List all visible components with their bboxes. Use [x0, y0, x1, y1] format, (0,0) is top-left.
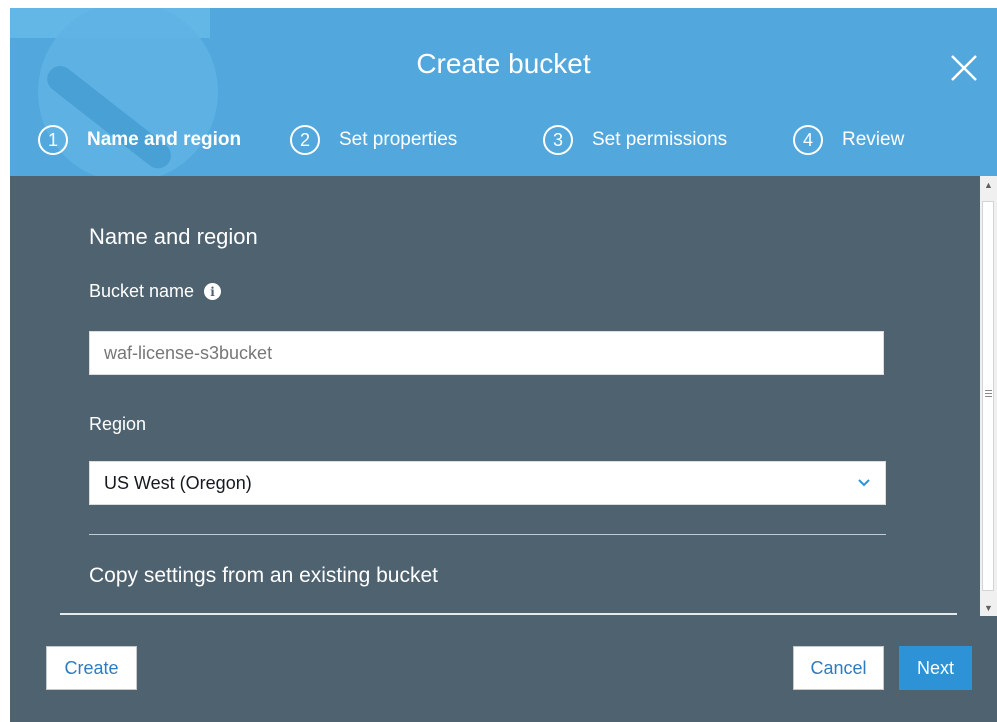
dialog-header: Create bucket 1 Name and region 2 Set pr…: [10, 8, 997, 176]
copy-settings-expander[interactable]: Copy settings from an existing bucket: [89, 564, 438, 588]
step-label: Set permissions: [592, 129, 728, 150]
step-name-and-region[interactable]: 1 Name and region: [38, 122, 241, 158]
step-label: Set properties: [339, 129, 458, 150]
footer-divider: [60, 613, 957, 615]
create-bucket-dialog: Create bucket 1 Name and region 2 Set pr…: [10, 8, 997, 722]
scroll-down-arrow-icon[interactable]: ▼: [980, 599, 997, 616]
dialog-content: Name and region Bucket name i Region US …: [10, 176, 980, 616]
section-title: Name and region: [89, 224, 258, 249]
step-number: 4: [793, 125, 823, 155]
step-label: Review: [842, 129, 905, 150]
region-select[interactable]: US West (Oregon): [89, 461, 886, 505]
next-button[interactable]: Next: [899, 646, 972, 690]
bucket-name-label: Bucket name i: [89, 281, 222, 302]
step-set-properties[interactable]: 2 Set properties: [290, 122, 457, 158]
step-number: 2: [290, 125, 320, 155]
dialog-title: Create bucket: [416, 48, 591, 79]
scrollbar-grip: [985, 390, 992, 399]
step-number: 1: [38, 125, 68, 155]
step-review[interactable]: 4 Review: [793, 122, 904, 158]
section-divider: [89, 534, 886, 535]
close-button[interactable]: [948, 52, 980, 84]
vertical-scrollbar[interactable]: ▲ ▼: [980, 176, 997, 616]
bucket-name-label-text: Bucket name: [89, 281, 195, 301]
close-icon: [951, 55, 977, 81]
scrollbar-thumb[interactable]: [982, 201, 994, 591]
region-label: Region: [89, 414, 147, 434]
step-number: 3: [543, 125, 573, 155]
chevron-down-icon: [858, 479, 870, 487]
scroll-up-arrow-icon[interactable]: ▲: [980, 176, 997, 193]
info-icon[interactable]: i: [204, 283, 222, 300]
create-button[interactable]: Create: [46, 646, 137, 690]
step-set-permissions[interactable]: 3 Set permissions: [543, 122, 727, 158]
step-label: Name and region: [87, 129, 242, 150]
cancel-button[interactable]: Cancel: [793, 646, 884, 690]
bucket-name-input[interactable]: [89, 331, 884, 375]
region-select-value: US West (Oregon): [104, 472, 252, 493]
